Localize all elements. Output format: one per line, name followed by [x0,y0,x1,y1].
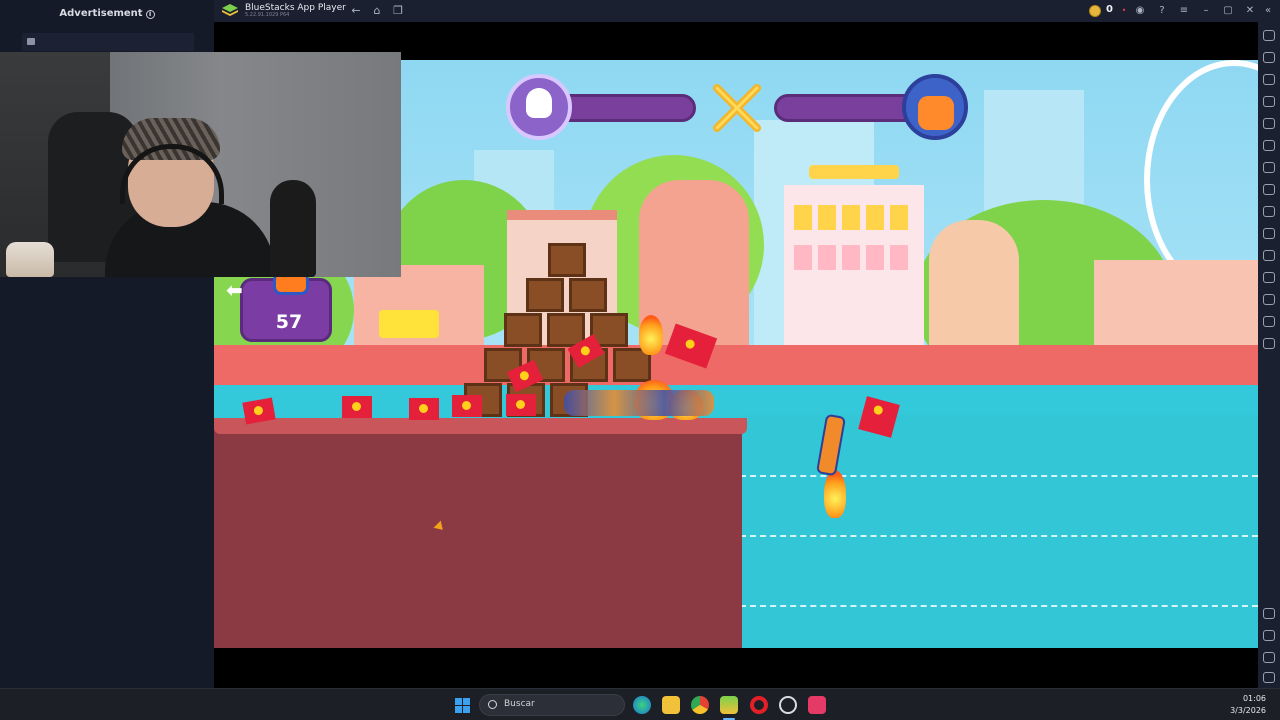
crate [526,278,564,312]
minimize-icon[interactable]: – [1198,3,1214,19]
wave [740,475,1258,478]
macro-icon[interactable] [1263,140,1275,151]
boss-health-bar [774,94,922,122]
tiktok-icon[interactable] [808,696,826,714]
chrome-icon[interactable] [691,696,709,714]
app-version: 5.22.91.1029 P64 [245,12,290,18]
coin-icon[interactable] [1089,5,1101,17]
back-icon[interactable]: ← [349,4,363,18]
back-arrow-icon[interactable]: ⬅ [226,278,243,302]
ad-label: Advertisement i [0,8,214,19]
shake-icon[interactable] [1263,206,1275,217]
microphone [270,180,316,277]
info-icon[interactable]: i [145,10,155,19]
score-value: 57 [275,311,303,333]
menu-icon[interactable]: ≡ [1176,3,1192,19]
media-folder-icon[interactable] [1263,294,1275,305]
pier-edge [214,418,747,434]
instance-icon[interactable] [1263,250,1275,261]
home-icon[interactable]: ⌂ [370,4,384,18]
notification-dot-icon: • [1121,6,1127,15]
game-letterbox-bottom [214,648,1258,688]
webcam-overlay [0,52,401,277]
building [929,220,1019,350]
building-sign [809,165,899,179]
score-badge: 57 [240,265,332,342]
pier [214,418,742,648]
skull-icon [506,74,572,140]
water [740,415,1258,648]
rotate-icon[interactable] [1263,228,1275,239]
search-icon [488,700,497,709]
search-placeholder: Buscar [504,699,535,709]
enemy-flag [409,398,439,420]
settings-icon[interactable] [1263,608,1275,619]
taskbar-time[interactable]: 01:06 [1243,694,1266,703]
enemy-flag [506,394,536,416]
screenshot-icon[interactable] [1263,96,1275,107]
opera-icon[interactable] [750,696,768,714]
promenade-wall [214,345,1258,385]
building [1094,260,1258,350]
fire-explosion [639,315,663,355]
bottle [6,242,54,277]
truck [379,310,439,338]
crossed-arrows-icon [713,84,761,132]
enemy-flag [452,395,482,417]
fullscreen-icon[interactable] [1263,30,1275,41]
keyboard-icon[interactable] [1263,74,1275,85]
obs-icon[interactable] [779,696,797,714]
eco-mode-icon[interactable] [1263,272,1275,283]
soldier-pile [564,390,714,416]
windows-taskbar: Buscar 01:06 3/3/2026 [0,688,1280,720]
ad-placeholder-icon [27,38,35,45]
fire-explosion [824,470,846,518]
bluestacks-titlebar: BlueStacks App Player 5.22.91.1029 P64 ←… [214,0,1280,22]
bluestacks-logo-icon [222,4,238,16]
crate [548,243,586,277]
sync-icon[interactable] [1263,338,1275,349]
close-icon[interactable]: ✕ [1242,3,1258,19]
edge-icon[interactable] [633,696,651,714]
boss-avatar-icon [902,74,968,140]
enemy-flag [342,396,372,418]
taskbar-search-box[interactable]: Buscar [479,694,625,716]
location-icon[interactable] [1263,184,1275,195]
building [784,185,924,355]
bluestacks-side-toolbar [1258,22,1280,688]
layers-icon[interactable] [1263,316,1275,327]
account-icon[interactable]: ◉ [1132,3,1148,19]
help-icon[interactable]: ? [1154,3,1170,19]
multi-instance-icon[interactable]: ❐ [391,4,405,18]
volume-icon[interactable] [1263,52,1275,63]
crate [569,278,607,312]
crate [504,313,542,347]
windows-start-icon[interactable] [455,698,470,713]
wave [740,535,1258,538]
controls-icon[interactable] [1263,162,1275,173]
collapse-sidebar-icon[interactable]: « [1260,3,1276,19]
wave [740,605,1258,608]
record-icon[interactable] [1263,118,1275,129]
file-explorer-icon[interactable] [662,696,680,714]
ad-slot[interactable] [22,33,194,51]
coin-count: 0 [1106,4,1113,15]
maximize-icon[interactable]: ▢ [1220,3,1236,19]
taskbar-date[interactable]: 3/3/2026 [1230,706,1266,715]
bluestacks-taskbar-icon[interactable] [720,696,738,714]
recent-apps-icon[interactable] [1263,672,1275,683]
back-nav-icon[interactable] [1263,630,1275,641]
home-nav-icon[interactable] [1263,652,1275,663]
